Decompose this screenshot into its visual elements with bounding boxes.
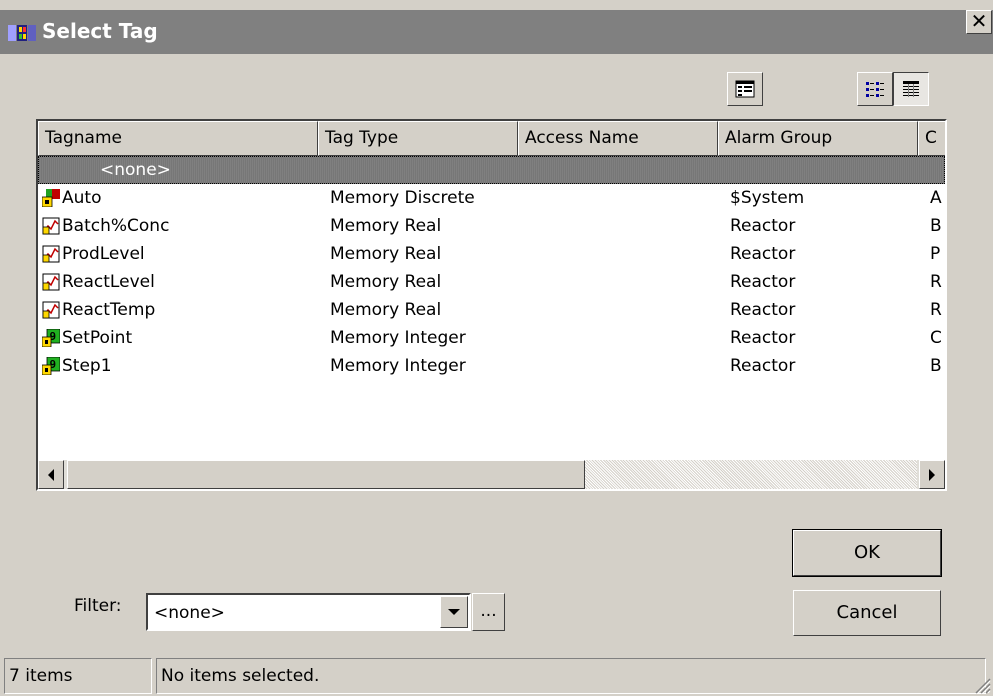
cell-access-name [530, 240, 716, 268]
arrow-right-icon [929, 468, 935, 481]
column-header-tagname[interactable]: Tagname [38, 121, 318, 156]
filter-combobox[interactable]: <none> [146, 593, 471, 631]
integer-tag-icon: 9 [41, 328, 61, 348]
status-item-count: 7 items [4, 658, 152, 694]
cell-comment: R [930, 272, 942, 292]
column-header-access-name[interactable]: Access Name [518, 121, 718, 156]
cell-access-name [530, 296, 716, 324]
cell-tagname: Batch%Conc [62, 216, 170, 236]
scrollbar-track[interactable] [585, 460, 917, 489]
cell-tag-type: Memory Discrete [330, 188, 475, 208]
discrete-tag-icon [41, 189, 60, 208]
cell-tag-type: Memory Integer [330, 328, 466, 348]
list-item-none[interactable]: <none> [38, 156, 945, 184]
cell-tagname: ProdLevel [62, 244, 145, 264]
table-row[interactable]: ReactLevel Memory Real Reactor R [38, 268, 945, 296]
list-view-button[interactable] [857, 72, 893, 106]
real-tag-icon [42, 273, 60, 291]
cell-access-name [530, 324, 716, 352]
filter-value: <none> [154, 603, 225, 623]
chevron-down-icon [448, 609, 460, 615]
horizontal-scrollbar[interactable] [38, 460, 945, 489]
cell-access-name [530, 184, 716, 212]
table-row[interactable]: 9 SetPoint Memory Integer Reactor C [38, 324, 945, 352]
title-bar[interactable]: Select Tag [0, 10, 993, 54]
none-label: <none> [100, 160, 171, 180]
scroll-right-button[interactable] [919, 460, 945, 489]
table-row[interactable]: Batch%Conc Memory Real Reactor B [38, 212, 945, 240]
cell-alarm-group: Reactor [730, 216, 796, 236]
table-row[interactable]: Auto Memory Discrete $System A [38, 184, 945, 212]
cell-tag-type: Memory Real [330, 272, 442, 292]
real-tag-icon [42, 245, 60, 263]
column-header-alarm-group[interactable]: Alarm Group [718, 121, 918, 156]
cell-alarm-group: Reactor [730, 328, 796, 348]
cell-tag-type: Memory Real [330, 300, 442, 320]
details-view-button[interactable] [893, 72, 929, 106]
real-tag-icon [42, 301, 60, 319]
cancel-button[interactable]: Cancel [793, 590, 941, 636]
close-button[interactable]: ✕ [966, 10, 992, 34]
arrow-left-icon [48, 468, 54, 481]
cell-tagname: Step1 [62, 356, 112, 376]
integer-tag-icon: 9 [41, 356, 61, 376]
cell-comment: C [930, 328, 942, 348]
scroll-left-button[interactable] [38, 460, 64, 489]
real-tag-icon [42, 217, 60, 235]
filter-browse-button[interactable]: ... [472, 593, 505, 631]
app-icon [8, 25, 36, 41]
column-header-comment[interactable]: C [918, 121, 945, 156]
resize-grip-icon[interactable] [973, 676, 991, 694]
window-title: Select Tag [42, 19, 158, 43]
cell-access-name [530, 352, 716, 380]
filter-dropdown-button[interactable] [440, 596, 468, 628]
properties-icon [735, 80, 755, 98]
cell-alarm-group: Reactor [730, 244, 796, 264]
cell-tagname: SetPoint [62, 328, 133, 348]
tag-list[interactable]: Tagname Tag Type Access Name Alarm Group… [36, 119, 947, 491]
cell-comment: P [930, 244, 941, 264]
list-header: Tagname Tag Type Access Name Alarm Group… [38, 121, 945, 156]
cell-access-name [530, 212, 716, 240]
list-view-icon [866, 82, 884, 97]
properties-button[interactable] [727, 72, 763, 106]
cell-tag-type: Memory Real [330, 244, 442, 264]
cell-alarm-group: Reactor [730, 300, 796, 320]
details-view-icon [903, 81, 919, 97]
cell-comment: B [930, 356, 942, 376]
status-message: No items selected. [156, 658, 986, 694]
table-row[interactable]: ReactTemp Memory Real Reactor R [38, 296, 945, 324]
cell-tagname: ReactLevel [62, 272, 155, 292]
cell-tagname: ReactTemp [62, 300, 156, 320]
cell-alarm-group: $System [730, 188, 805, 208]
table-row[interactable]: 9 Step1 Memory Integer Reactor B [38, 352, 945, 380]
cell-comment: R [930, 300, 942, 320]
column-header-tag-type[interactable]: Tag Type [318, 121, 518, 156]
filter-label: Filter: [74, 596, 122, 616]
cell-tag-type: Memory Integer [330, 356, 466, 376]
table-row[interactable]: ProdLevel Memory Real Reactor P [38, 240, 945, 268]
cell-alarm-group: Reactor [730, 356, 796, 376]
cell-tagname: Auto [62, 188, 102, 208]
ok-button[interactable]: OK [792, 529, 942, 577]
scrollbar-thumb[interactable] [67, 460, 585, 489]
status-bar: 7 items No items selected. [0, 656, 993, 696]
cell-access-name [530, 268, 716, 296]
cell-comment: B [930, 216, 942, 236]
cell-alarm-group: Reactor [730, 272, 796, 292]
cell-tag-type: Memory Real [330, 216, 442, 236]
cell-comment: A [930, 188, 942, 208]
